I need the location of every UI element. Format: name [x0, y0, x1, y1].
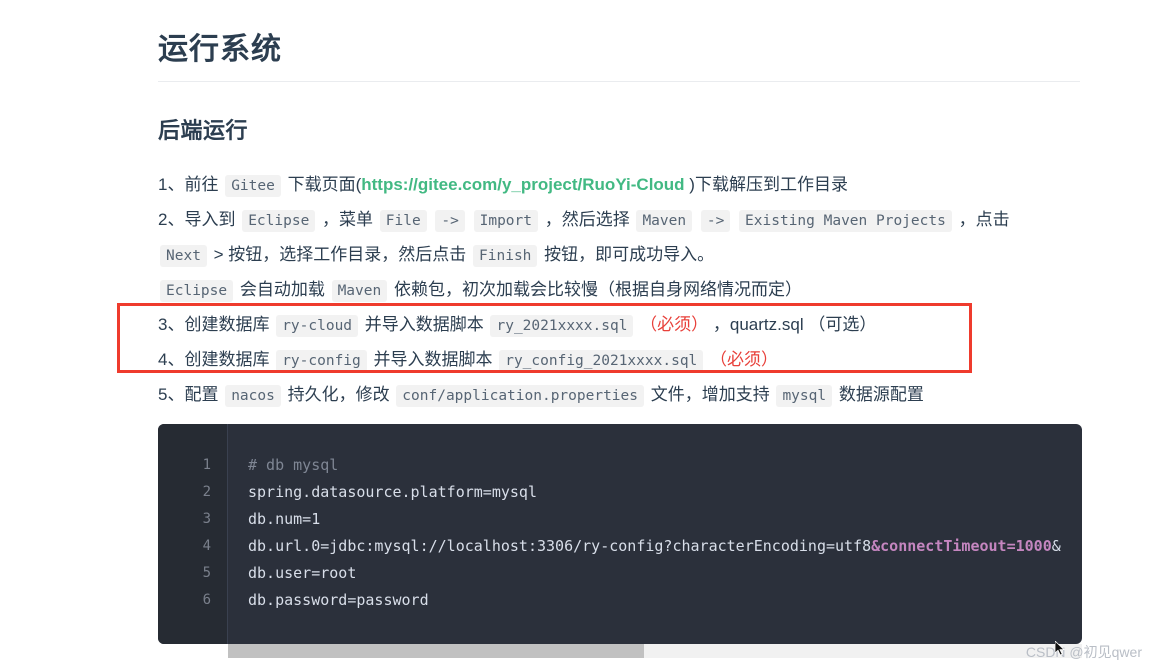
code-plain-token: &: [1051, 537, 1061, 555]
inline-code-chip: Maven: [636, 210, 693, 232]
step-text: ，菜单: [317, 210, 378, 229]
code-line-numbers: 1 2 3 4 5 6: [158, 424, 228, 644]
inline-code-chip: ry-config: [276, 350, 367, 372]
code-comment-token: # db mysql: [248, 456, 339, 474]
page-title: 运行系统: [158, 33, 282, 66]
step-text: 按钮，即可成功导入。: [539, 245, 715, 264]
step-2-line-1: 2、导入到 Eclipse ，菜单 File -> Import ，然后选择 M…: [158, 203, 1118, 238]
step-5: 5、配置 nacos 持久化，修改 conf/application.prope…: [158, 378, 1118, 413]
code-line-number: 5: [202, 565, 211, 581]
step-text: 2、导入到: [158, 210, 241, 229]
inline-code-chip: Import: [473, 210, 538, 232]
code-line: # db mysql: [248, 452, 1082, 479]
section-heading: 后端运行: [158, 118, 249, 143]
code-plain-token: db.password=password: [248, 591, 429, 609]
inline-code-chip: Gitee: [225, 175, 281, 197]
step-text: 5、配置: [158, 385, 224, 404]
code-line: db.num=1: [248, 506, 1082, 533]
step-text: 3、创建数据库: [158, 315, 275, 334]
code-line: spring.datasource.platform=mysql: [248, 479, 1082, 506]
step-text: 并导入数据脚本: [360, 315, 489, 334]
inline-code-chip: Existing Maven Projects: [739, 210, 952, 232]
step-text: 数据源配置: [834, 385, 924, 404]
code-horizontal-scrollbar-thumb[interactable]: [228, 644, 644, 658]
code-line: db.user=root: [248, 560, 1082, 587]
step-text: [467, 210, 472, 229]
inline-code-chip: ->: [700, 210, 731, 232]
code-content[interactable]: # db mysql spring.datasource.platform=mys…: [228, 424, 1082, 644]
inline-code-chip: File: [379, 210, 427, 232]
step-text: ，quartz.sql: [708, 315, 809, 334]
step-text: 依赖包，初次加载会比较慢（根据自身网络情况而定）: [389, 280, 802, 299]
inline-code-chip: nacos: [225, 385, 281, 407]
step-2-line-3: Eclipse 会自动加载 Maven 依赖包，初次加载会比较慢（根据自身网络情…: [158, 273, 1118, 308]
step-text: [732, 210, 737, 229]
step-text: 文件，增加支持: [646, 385, 775, 404]
inline-code-chip: Eclipse: [242, 210, 316, 232]
inline-code-chip: ry_config_2021xxxx.sql: [499, 350, 704, 372]
step-text: 下载页面(: [282, 175, 362, 194]
code-line-number: 4: [202, 538, 211, 554]
inline-code-chip: conf/application.properties: [396, 385, 644, 407]
step-text: ，点击: [953, 210, 1010, 229]
inline-code-chip: mysql: [776, 385, 833, 407]
step-text: 4、创建数据库: [158, 350, 275, 369]
step-text: > 按钮，选择工作目录，然后点击: [208, 245, 472, 264]
step-text: 并导入数据脚本: [368, 350, 498, 369]
external-link[interactable]: https://gitee.com/y_project/RuoYi-Cloud: [361, 175, 684, 194]
inline-code-chip: Next: [160, 245, 207, 267]
inline-code-chip: Eclipse: [160, 280, 234, 302]
code-plain-token: spring.datasource.platform=mysql: [248, 483, 537, 501]
code-line: db.url.0=jdbc:mysql://localhost:3306/ry-…: [248, 533, 1082, 560]
step-text: 会自动加载: [235, 280, 330, 299]
code-plain-token: db.url.0=jdbc:mysql://localhost:3306/ry-…: [248, 537, 872, 555]
step-2-line-2: Next > 按钮，选择工作目录，然后点击 Finish 按钮，即可成功导入。: [158, 238, 1118, 273]
watermark: CSDN @初见qwer: [1025, 644, 1142, 660]
inline-code-chip: ry-cloud: [276, 315, 359, 337]
code-line-number: 2: [202, 484, 211, 500]
code-plain-token: db.user=root: [248, 564, 357, 582]
steps-list: 1、前往 Gitee 下载页面(https://gitee.com/y_proj…: [158, 168, 1118, 413]
inline-code-chip: ->: [435, 210, 465, 232]
step-text: [429, 210, 434, 229]
step-text: 持久化，修改: [282, 385, 395, 404]
code-entity-token: &connectTimeout=1000: [871, 537, 1052, 555]
code-block[interactable]: 1 2 3 4 5 6 # db mysql spring.datasource.platf…: [158, 424, 1082, 644]
required-label: （必须）: [640, 315, 709, 334]
step-1: 1、前往 Gitee 下载页面(https://gitee.com/y_proj…: [158, 168, 1118, 203]
code-line-number: 6: [202, 592, 211, 608]
code-plain-token: db.num=1: [248, 510, 321, 528]
inline-code-chip: Maven: [331, 280, 388, 302]
inline-code-chip: Finish: [473, 245, 538, 267]
step-text: 1、前往: [158, 175, 224, 194]
step-text: [694, 210, 699, 229]
code-line: db.password=password: [248, 587, 1082, 614]
step-4: 4、创建数据库 ry-config 并导入数据脚本 ry_config_2021…: [158, 343, 1118, 378]
step-3: 3、创建数据库 ry-cloud 并导入数据脚本 ry_2021xxxx.sql…: [158, 308, 1118, 343]
required-label: （必须）: [710, 350, 779, 369]
code-line-number: 1: [202, 457, 211, 473]
optional-label: （可选）: [808, 315, 877, 334]
inline-code-chip: ry_2021xxxx.sql: [490, 315, 634, 337]
code-line-number: 3: [202, 511, 211, 527]
step-text: )下载解压到工作目录: [684, 175, 848, 194]
step-text: ，然后选择: [540, 210, 635, 229]
article-page: 运行系统 后端运行 1、前往 Gitee 下载页面(https://gitee.…: [0, 0, 1156, 668]
title-divider: [158, 81, 1080, 82]
